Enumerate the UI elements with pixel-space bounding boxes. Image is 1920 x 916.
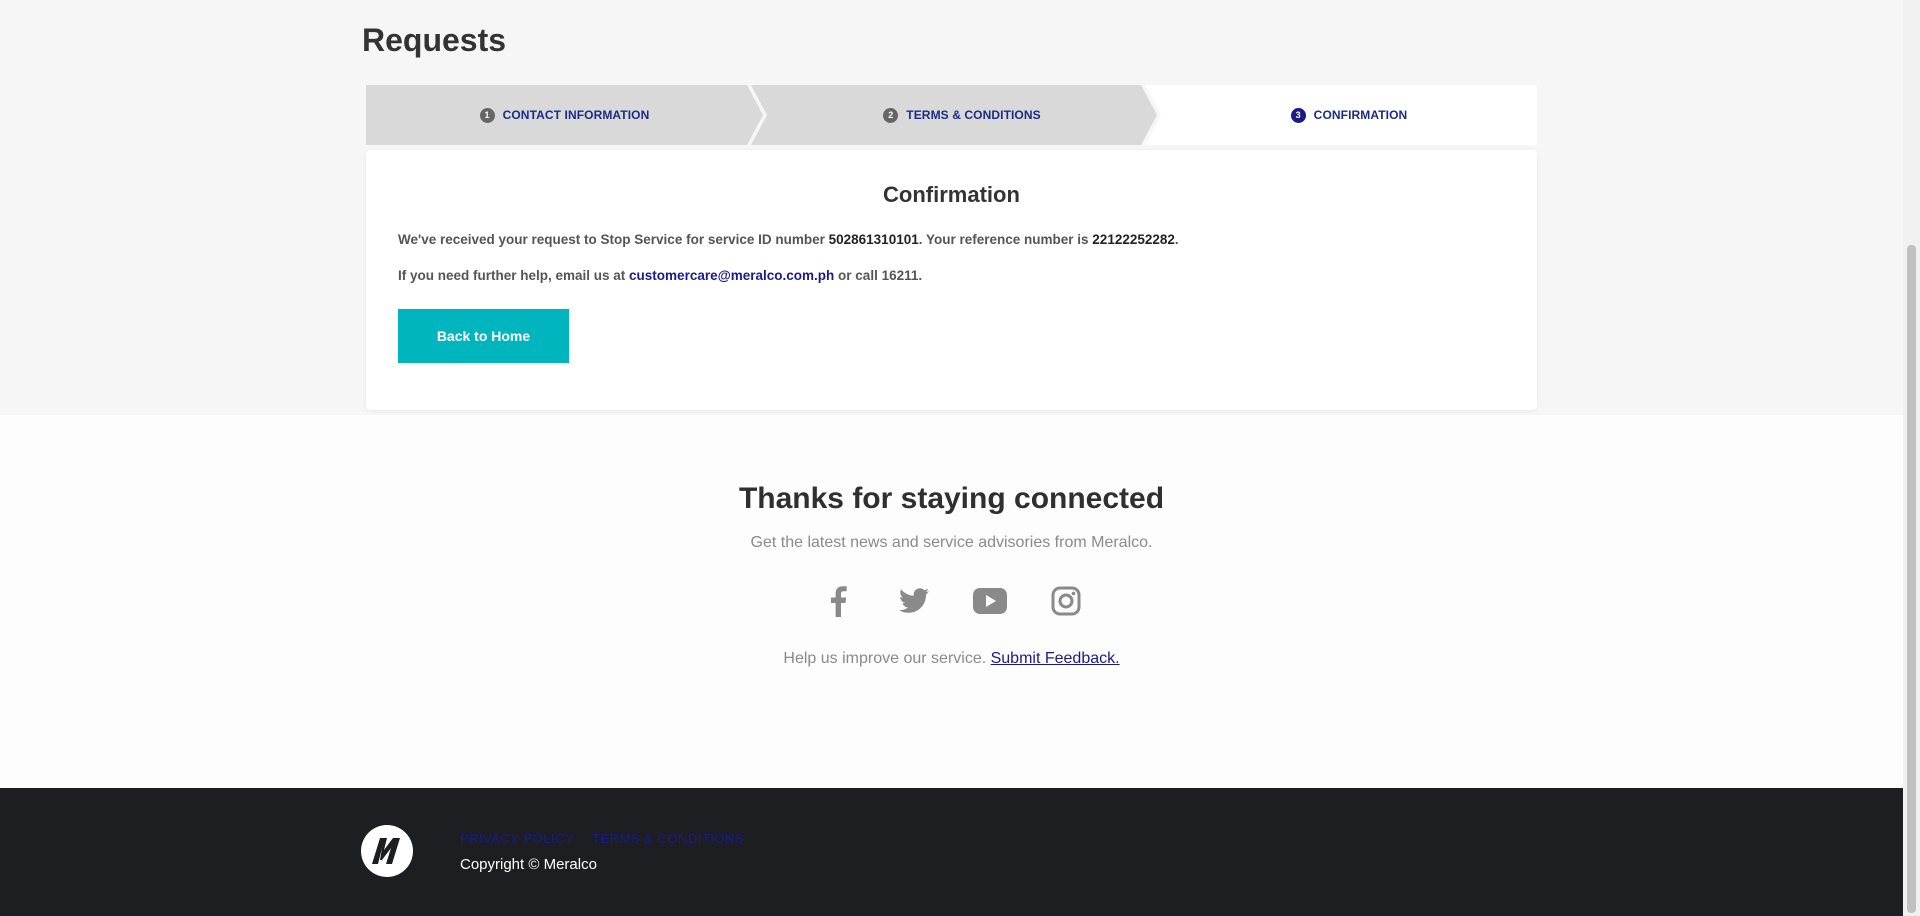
reference-number: 22122252282 [1092,232,1175,247]
privacy-policy-link[interactable]: PRIVACY POLICY [460,831,574,846]
vertical-scrollbar[interactable] [1903,0,1920,916]
step-number: 1 [479,107,495,123]
back-to-home-button[interactable]: Back to Home [398,309,569,363]
email-link[interactable]: customercare@meralco.com.ph [629,268,834,283]
scrollbar-thumb[interactable] [1907,245,1916,913]
footer-links: PRIVACY POLICY TERMS & CONDITIONS [460,831,758,846]
step-number: 3 [1290,107,1306,123]
twitter-icon[interactable] [896,583,932,619]
confirmation-title: Confirmation [883,182,1020,207]
social-links [0,583,1903,619]
step-label: CONTACT INFORMATION [502,108,650,122]
step-contact-information[interactable]: 1 CONTACT INFORMATION [366,85,763,145]
step-label: TERMS & CONDITIONS [906,108,1041,122]
page-title: Requests [362,22,507,58]
message-text: or call 16211. [834,268,923,283]
service-id: 502861310101 [828,232,919,247]
connected-subtitle: Get the latest news and service advisori… [750,534,1153,551]
step-label: CONFIRMATION [1313,108,1408,122]
footer: PRIVACY POLICY TERMS & CONDITIONS Copyri… [0,788,1903,916]
progress-stepper: 1 CONTACT INFORMATION 2 TERMS & CONDITIO… [366,85,1537,145]
facebook-icon[interactable] [820,583,856,619]
instagram-icon[interactable] [1048,583,1084,619]
youtube-icon[interactable] [972,583,1008,619]
submit-feedback-link[interactable]: Submit Feedback. [991,650,1120,667]
message-text: We've received your request to Stop Serv… [398,232,829,247]
step-confirmation[interactable]: 3 CONFIRMATION [1161,85,1537,145]
copyright: Copyright © Meralco [460,856,597,873]
confirmation-card: Confirmation We've received your request… [366,150,1537,410]
message-text: . Your reference number is [918,232,1093,247]
meralco-logo-icon[interactable] [360,824,414,878]
feedback-text: Help us improve our service. [783,650,991,667]
help-message: If you need further help, email us at cu… [398,268,922,283]
confirmation-message: We've received your request to Stop Serv… [398,232,1179,247]
message-text: If you need further help, email us at [398,268,630,283]
feedback-message: Help us improve our service. Submit Feed… [0,650,1903,668]
terms-conditions-link[interactable]: TERMS & CONDITIONS [592,831,744,846]
page: Requests 1 CONTACT INFORMATION 2 TERMS &… [0,0,1920,916]
step-number: 2 [883,107,899,123]
step-terms-conditions[interactable]: 2 TERMS & CONDITIONS [767,85,1157,145]
message-text: . [1174,232,1179,247]
connected-title: Thanks for staying connected [738,482,1165,515]
